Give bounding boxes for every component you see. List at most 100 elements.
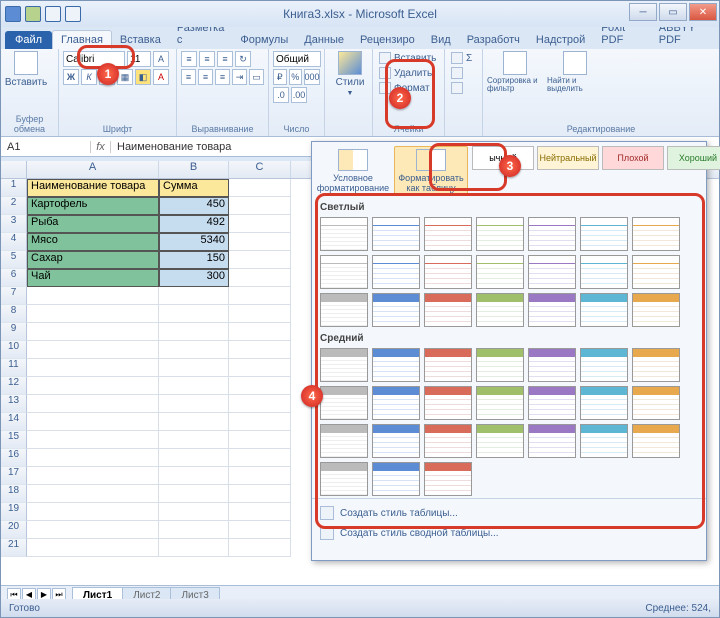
table-style-swatch[interactable] [632,386,680,420]
cell[interactable] [27,287,159,305]
row-header[interactable]: 11 [1,359,27,377]
cell[interactable] [159,395,229,413]
tab-рецензиро[interactable]: Рецензиро [352,31,423,49]
cell[interactable] [27,395,159,413]
cell[interactable] [229,521,291,539]
table-style-swatch[interactable] [632,424,680,458]
cell[interactable] [159,431,229,449]
table-style-swatch[interactable] [632,348,680,382]
cell[interactable] [229,539,291,557]
redo-icon[interactable] [65,6,81,22]
table-style-swatch[interactable] [632,217,680,251]
table-style-swatch[interactable] [424,386,472,420]
table-style-swatch[interactable] [580,293,628,327]
cell[interactable] [229,395,291,413]
column-header[interactable]: C [229,161,291,178]
cell[interactable] [27,341,159,359]
sort-filter-button[interactable]: Сортировка и фильтр [487,51,543,93]
cell[interactable] [159,539,229,557]
row-header[interactable]: 1 [1,179,27,197]
table-style-swatch[interactable] [528,255,576,289]
row-header[interactable]: 15 [1,431,27,449]
cell[interactable] [229,449,291,467]
table-style-swatch[interactable] [320,386,368,420]
table-style-swatch[interactable] [476,424,524,458]
tab-вставка[interactable]: Вставка [112,31,169,49]
format-as-table-button[interactable]: Форматировать как таблицу [394,146,468,196]
table-style-swatch[interactable] [580,386,628,420]
delete-cells-button[interactable]: Удалить [377,66,440,80]
cell[interactable] [159,521,229,539]
cell[interactable] [229,341,291,359]
dec-decimal-icon[interactable]: .00 [291,87,307,103]
table-style-swatch[interactable] [372,462,420,496]
cell[interactable] [27,467,159,485]
find-select-button[interactable]: Найти и выделить [547,51,603,93]
tab-главная[interactable]: Главная [52,30,112,49]
font-color-button[interactable]: A [153,69,169,85]
table-style-swatch[interactable] [476,348,524,382]
align-bot-icon[interactable]: ≡ [217,51,233,67]
cell[interactable] [159,377,229,395]
cell[interactable]: Наименование товара [27,179,159,197]
row-header[interactable]: 21 [1,539,27,557]
cell[interactable]: 150 [159,251,229,269]
cell[interactable] [27,377,159,395]
table-style-swatch[interactable] [372,217,420,251]
save-icon[interactable] [25,6,41,22]
table-style-swatch[interactable] [528,424,576,458]
cell[interactable] [229,287,291,305]
row-header[interactable]: 4 [1,233,27,251]
table-style-swatch[interactable] [424,217,472,251]
table-style-swatch[interactable] [320,293,368,327]
table-style-swatch[interactable] [528,217,576,251]
cell[interactable] [159,413,229,431]
table-style-swatch[interactable] [320,424,368,458]
table-style-swatch[interactable] [580,348,628,382]
row-header[interactable]: 2 [1,197,27,215]
indent-icon[interactable]: ⇥ [232,69,247,85]
cell[interactable] [27,359,159,377]
row-header[interactable]: 14 [1,413,27,431]
cell[interactable] [27,485,159,503]
tab-надстрой[interactable]: Надстрой [528,31,593,49]
row-header[interactable]: 3 [1,215,27,233]
tab-формулы[interactable]: Формулы [232,31,296,49]
table-style-swatch[interactable] [320,462,368,496]
cell[interactable] [27,503,159,521]
cell[interactable]: 300 [159,269,229,287]
tab-разработч[interactable]: Разработч [459,31,528,49]
table-style-swatch[interactable] [320,255,368,289]
cell[interactable] [229,251,291,269]
cell[interactable] [229,377,291,395]
close-button[interactable]: ✕ [689,3,717,21]
border-button[interactable]: ▦ [117,69,133,85]
cell[interactable]: Сахар [27,251,159,269]
table-style-swatch[interactable] [372,424,420,458]
cell[interactable] [229,503,291,521]
grow-font-icon[interactable]: A [153,51,169,67]
cell-style-swatch[interactable]: Нейтральный [537,146,599,170]
row-header[interactable]: 20 [1,521,27,539]
orientation-icon[interactable]: ↻ [235,51,251,67]
table-style-swatch[interactable] [528,293,576,327]
align-left-icon[interactable]: ≡ [181,69,196,85]
fill-color-button[interactable]: ◧ [135,69,151,85]
row-header[interactable]: 19 [1,503,27,521]
cell[interactable] [159,305,229,323]
cell[interactable]: Чай [27,269,159,287]
tab-данные[interactable]: Данные [296,31,352,49]
table-style-swatch[interactable] [372,348,420,382]
table-style-swatch[interactable] [476,255,524,289]
row-header[interactable]: 5 [1,251,27,269]
number-format-select[interactable] [273,51,321,67]
table-style-swatch[interactable] [372,293,420,327]
cell[interactable] [229,269,291,287]
styles-button[interactable]: Стили ▼ [329,51,371,97]
autosum-button[interactable]: Σ [449,51,478,65]
name-box[interactable]: A1 [1,141,91,153]
table-style-swatch[interactable] [580,217,628,251]
cell-style-swatch[interactable]: Плохой [602,146,664,170]
cell[interactable] [27,305,159,323]
cell[interactable] [159,485,229,503]
